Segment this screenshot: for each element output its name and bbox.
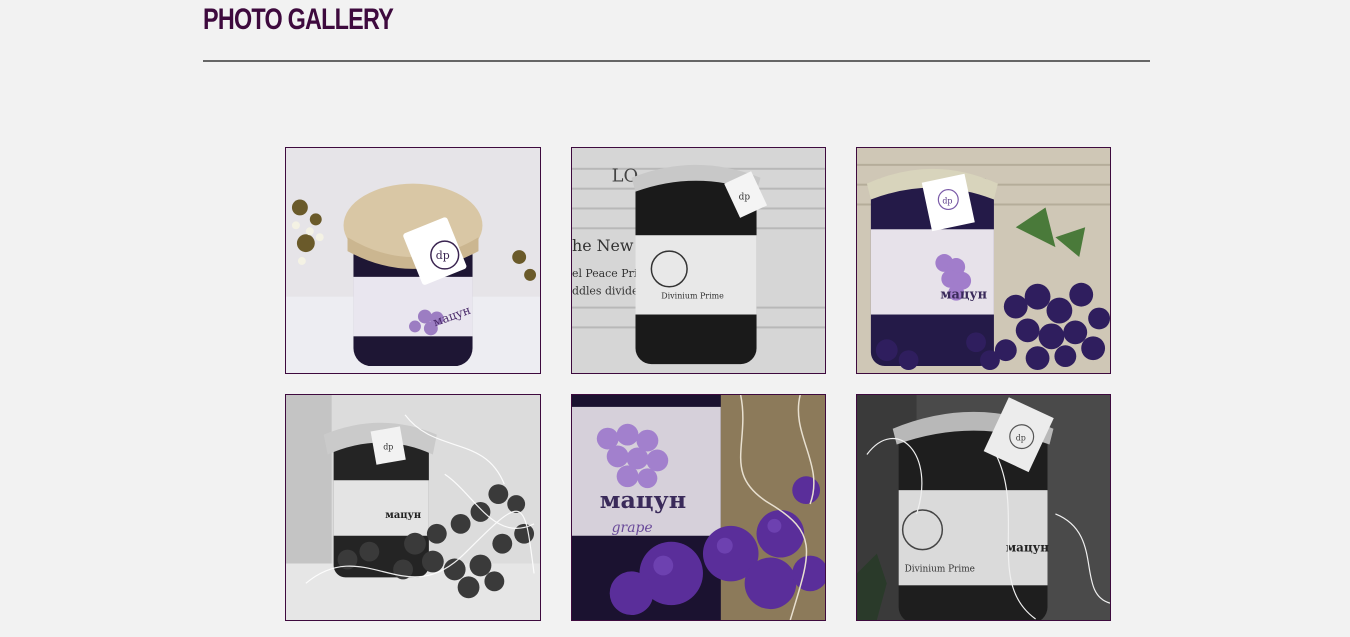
tag-monogram: dp bbox=[1016, 434, 1026, 443]
tag-monogram: dp bbox=[383, 443, 393, 452]
photo-gallery: мацун dp LO he New el Peace Priz ddles d… bbox=[285, 147, 1111, 621]
jar-label-word: мацун bbox=[385, 510, 421, 521]
title-divider bbox=[203, 60, 1150, 62]
gallery-photo-6[interactable]: Divinium Prime мацун dp bbox=[856, 394, 1111, 621]
jar-brand-text: Divinium Prime bbox=[905, 564, 975, 574]
jar-label-word: мацун bbox=[600, 486, 686, 514]
newspaper-text-4: ddles divides bbox=[572, 285, 644, 298]
jar-photo-image: LO he New el Peace Priz ddles divides Di… bbox=[572, 148, 825, 373]
jar-brand-text: grape bbox=[612, 520, 653, 536]
jar-photo-image: мацун dp bbox=[857, 148, 1110, 373]
page-title: PHOTO GALLERY bbox=[203, 3, 394, 36]
jar-brand-text: Divinium Prime bbox=[661, 292, 724, 301]
jar-photo-image: Divinium Prime мацун dp bbox=[857, 395, 1110, 620]
jar-photo-image: мацун dp bbox=[286, 148, 540, 373]
gallery-photo-2[interactable]: LO he New el Peace Priz ddles divides Di… bbox=[571, 147, 826, 374]
gallery-photo-1[interactable]: мацун dp bbox=[285, 147, 541, 374]
newspaper-text-2: he New bbox=[572, 236, 634, 255]
gallery-photo-4[interactable]: мацун dp bbox=[285, 394, 541, 621]
jar-photo-image: мацун grape bbox=[572, 395, 825, 620]
tag-monogram: dp bbox=[942, 197, 952, 206]
jar-label-word: мацун bbox=[1006, 541, 1049, 555]
jar-label-word: мацун bbox=[940, 288, 987, 303]
newspaper-text-3: el Peace Priz bbox=[572, 267, 643, 280]
jar-photo-image: мацун dp bbox=[286, 395, 540, 620]
tag-monogram: dp bbox=[436, 249, 450, 262]
gallery-photo-5[interactable]: мацун grape bbox=[571, 394, 826, 621]
gallery-photo-3[interactable]: мацун dp bbox=[856, 147, 1111, 374]
tag-monogram: dp bbox=[739, 193, 751, 203]
